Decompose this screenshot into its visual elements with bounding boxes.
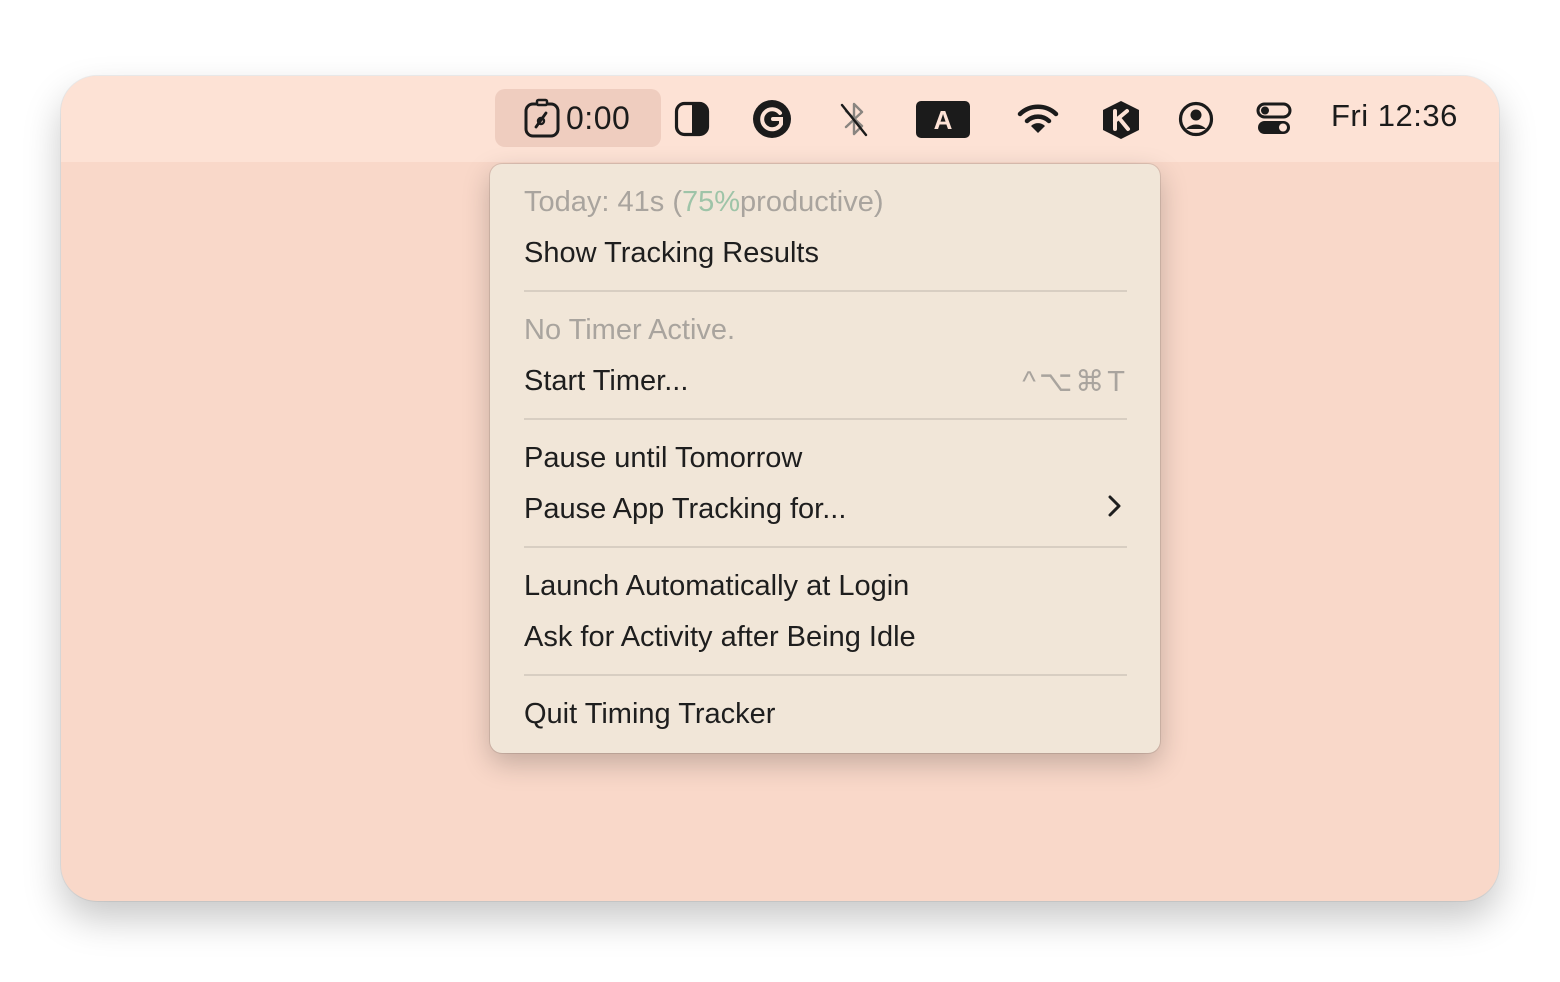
bluetooth-off-icon[interactable] (836, 98, 872, 140)
menu-item-start-timer[interactable]: Start Timer... ^⌥⌘T (524, 359, 1128, 403)
menu-item-label: No Timer Active. (524, 313, 736, 346)
menu-item-pause-app-tracking[interactable]: Pause App Tracking for... (524, 487, 1128, 531)
menubar-clock[interactable]: Fri 12:36 (1331, 98, 1458, 134)
user-account-icon[interactable] (1177, 100, 1215, 138)
menu-item-label: Launch Automatically at Login (524, 569, 910, 602)
chevron-right-icon (1106, 493, 1122, 526)
keyboard-input-a-icon[interactable]: A (916, 101, 970, 138)
no-timer-status: No Timer Active. (524, 308, 1128, 352)
contrast-icon[interactable] (673, 100, 711, 138)
menu-separator (524, 546, 1127, 548)
wifi-icon[interactable] (1016, 100, 1060, 138)
menu-item-label: Ask for Activity after Being Idle (524, 620, 916, 653)
menu-item-label: Show Tracking Results (524, 236, 819, 269)
menu-item-quit[interactable]: Quit Timing Tracker (524, 692, 1128, 736)
control-center-icon[interactable] (1255, 100, 1293, 138)
menu-bar: 0:00 A Fri 12:36 (61, 76, 1499, 162)
menu-separator (524, 418, 1127, 420)
menu-item-label: Quit Timing Tracker (524, 697, 776, 730)
today-summary: Today: 41s (75% productive) (524, 180, 1128, 224)
productivity-percent: 75% (681, 185, 741, 218)
k-app-icon[interactable] (1100, 99, 1142, 141)
keyboard-shortcut: ^⌥⌘T (1022, 365, 1128, 398)
timing-status-item[interactable]: 0:00 (495, 89, 661, 147)
menu-separator (524, 674, 1127, 676)
menu-item-label: Pause until Tomorrow (524, 441, 803, 474)
today-summary-suffix: productive) (740, 185, 884, 218)
menu-item-pause-until-tomorrow[interactable]: Pause until Tomorrow (524, 436, 1128, 480)
timer-app-icon (522, 98, 562, 138)
menu-item-label: Pause App Tracking for... (524, 492, 847, 525)
menu-separator (524, 290, 1127, 292)
menu-item-show-tracking-results[interactable]: Show Tracking Results (524, 231, 1128, 275)
timing-dropdown-menu: Today: 41s (75% productive) Show Trackin… (490, 164, 1160, 753)
menu-item-ask-after-idle[interactable]: Ask for Activity after Being Idle (524, 615, 1128, 659)
menu-item-launch-at-login[interactable]: Launch Automatically at Login (524, 564, 1128, 608)
desktop-window: 0:00 A Fri 12:36 Today: 41s (75% produc… (61, 76, 1499, 901)
grammarly-icon[interactable] (752, 99, 792, 139)
svg-text:A: A (934, 105, 953, 135)
today-summary-prefix: Today: 41s ( (524, 185, 682, 218)
menu-item-label: Start Timer... (524, 364, 689, 397)
timer-readout: 0:00 (566, 99, 631, 136)
